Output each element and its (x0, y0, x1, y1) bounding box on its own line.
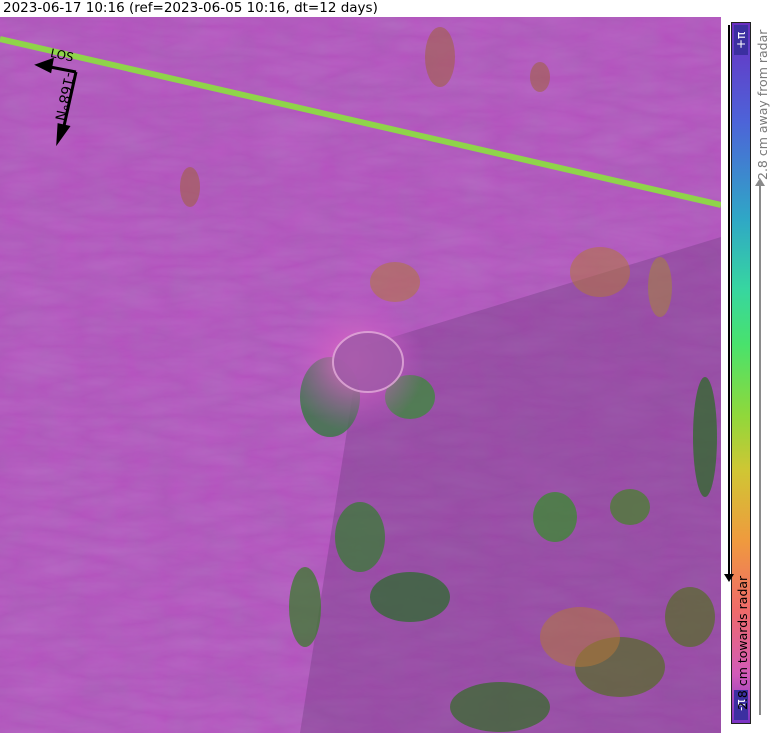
colorbar-max-label: +π (734, 25, 748, 55)
interferogram-map (0, 17, 721, 733)
colorbar-towards-label: 2.8 cm towards radar (735, 575, 750, 710)
title-bar: 2023-06-17 10:16 (ref=2023-06-05 10:16, … (0, 0, 770, 17)
summit-crater (332, 331, 404, 393)
colorbar-away-label: 2.8 cm away from radar (755, 29, 770, 180)
towards-arrow-icon (724, 25, 734, 582)
interferogram-canvas (0, 17, 721, 733)
away-arrow-icon (755, 178, 765, 715)
image-title: 2023-06-17 10:16 (ref=2023-06-05 10:16, … (3, 0, 378, 16)
